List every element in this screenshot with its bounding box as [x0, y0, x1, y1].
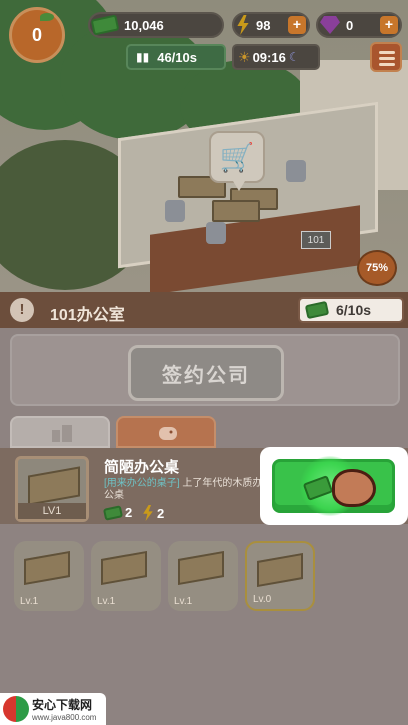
sun-icon: ☀: [238, 48, 251, 65]
day-night-clock[interactable]: ☀ 09:16 ☾: [232, 44, 320, 70]
desk-slot-level: Lv.0: [253, 594, 272, 605]
menu-button[interactable]: [370, 42, 402, 72]
watermark-logo: [3, 696, 29, 722]
site-watermark: 安心下载网 www.java800.com: [0, 693, 106, 725]
scene-desk[interactable]: [212, 200, 260, 222]
gem-icon: [320, 16, 340, 34]
desk-slot[interactable]: Lv.1: [168, 541, 238, 611]
cost-cash-value: 2: [125, 505, 133, 520]
income-rate: ▮▮ 46/10s: [126, 44, 226, 70]
desk-icon: [28, 466, 80, 506]
cash-icon: [102, 504, 124, 521]
room-income: 6/10s: [298, 297, 404, 323]
orange-icon: [40, 13, 54, 21]
gem-value: 0: [346, 17, 354, 33]
desk-slot[interactable]: Lv.1: [14, 541, 84, 611]
orange-count: 0: [31, 24, 42, 45]
sign-company-button[interactable]: 签约公司: [128, 345, 284, 401]
game-scene[interactable]: 🛒 101 75% 0 10,046 98 + 0 + ▮▮ 46/10s ☀ …: [0, 0, 408, 292]
tab-building[interactable]: [10, 416, 110, 448]
building-icon: [52, 425, 72, 442]
desk-icon: [24, 550, 70, 586]
desk-slot-level: Lv.1: [174, 596, 193, 607]
item-level: LV1: [18, 503, 86, 519]
item-thumbnail[interactable]: LV1: [15, 456, 89, 522]
cash-value: 10,046: [124, 17, 164, 33]
moon-icon: ☾: [288, 50, 300, 64]
cash-counter[interactable]: 10,046: [88, 12, 224, 38]
sign-company-area: 签约公司: [10, 334, 400, 406]
desk-icon: [101, 550, 147, 586]
watermark-url: www.java800.com: [32, 713, 97, 722]
cart-bubble[interactable]: 🛒: [209, 131, 265, 191]
time-value: 09:16: [252, 49, 286, 65]
cash-icon: [90, 14, 120, 36]
pointing-hand-icon: [332, 469, 376, 507]
desk-icon: [178, 550, 224, 586]
room-income-value: 6/10s: [336, 302, 372, 318]
desk-icon: [257, 552, 303, 588]
room-panel: ! 101办公室 6/10s 签约公司 LV1 简陋办公桌 [用来办公的桌子] …: [0, 292, 408, 725]
info-icon[interactable]: !: [10, 298, 34, 322]
watermark-title: 安心下载网: [32, 698, 93, 712]
desk-slot-list: Lv.1 Lv.1 Lv.1 Lv.0: [0, 541, 408, 611]
item-cost-energy: 2: [142, 505, 164, 521]
tab-piggy[interactable]: [116, 416, 216, 448]
bolt-icon: [237, 15, 249, 35]
scene-chair: [206, 222, 226, 244]
cash-icon: [304, 300, 330, 320]
energy-value: 98: [256, 17, 271, 33]
add-energy-button[interactable]: +: [288, 16, 306, 34]
item-description: [用来办公的桌子] 上了年代的木质办公桌: [104, 478, 272, 502]
desk-slot[interactable]: Lv.1: [91, 541, 161, 611]
room-header: ! 101办公室 6/10s: [0, 292, 408, 328]
desk-slot-level: Lv.1: [20, 596, 39, 607]
cost-energy-value: 2: [157, 505, 165, 521]
scene-chair: [286, 160, 306, 182]
rate-value: 46/10s: [157, 49, 197, 65]
energy-counter[interactable]: 98 +: [232, 12, 310, 38]
desk-slot[interactable]: Lv.0: [245, 541, 315, 611]
scene-chair: [165, 200, 185, 222]
item-name: 简陋办公桌: [104, 459, 180, 476]
bolt-icon: [143, 505, 153, 521]
add-gem-button[interactable]: +: [380, 16, 398, 34]
gem-counter[interactable]: 0 +: [316, 12, 402, 38]
room-title: 101办公室: [50, 307, 125, 324]
room-number-sign: 101: [301, 231, 331, 249]
desk-slot-level: Lv.1: [97, 596, 116, 607]
piggy-bank-icon: [159, 427, 177, 440]
item-desc-highlight: [用来办公的桌子]: [104, 478, 180, 489]
chart-icon: ▮▮: [136, 50, 150, 64]
progress-badge[interactable]: 75%: [357, 250, 397, 286]
item-cost-cash: 2: [102, 504, 133, 521]
cart-icon: 🛒: [219, 141, 255, 173]
orange-counter[interactable]: 0: [9, 7, 65, 63]
